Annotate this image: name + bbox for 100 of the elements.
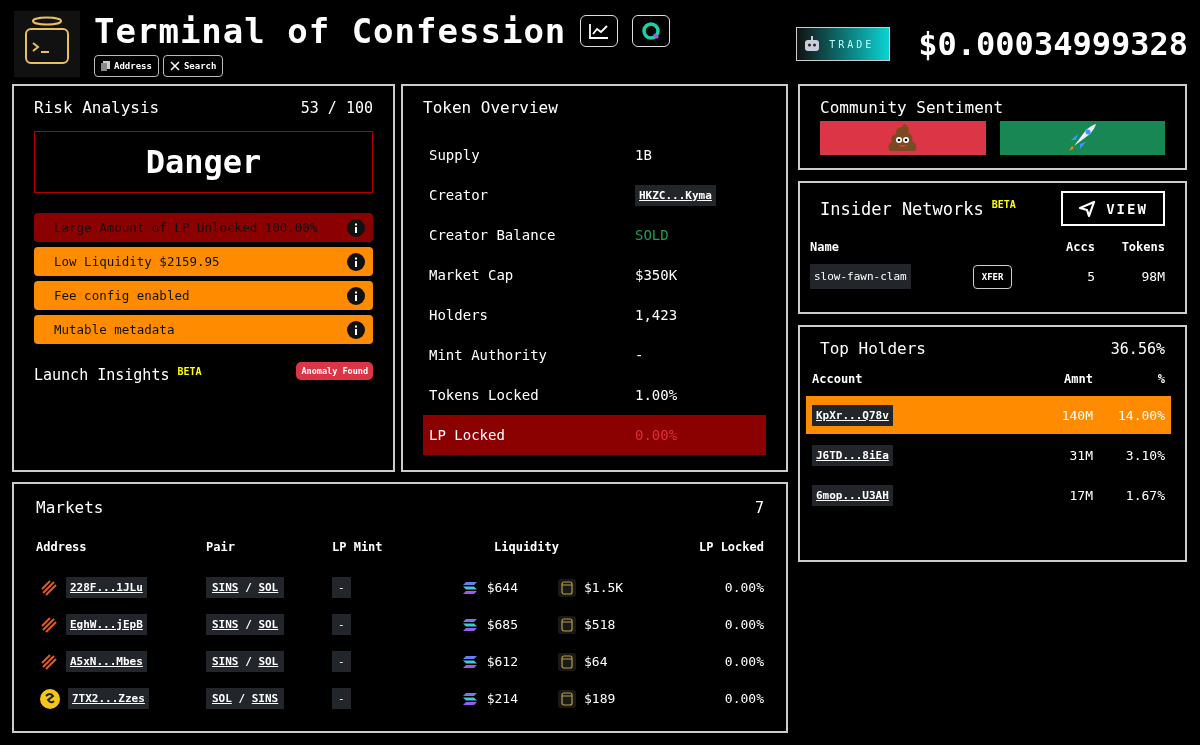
panel-title: Risk Analysis: [34, 98, 160, 117]
anomaly-badge: Anomaly Found: [296, 362, 373, 380]
launch-insights-label: Launch Insights $^{BETA}$: [34, 366, 202, 384]
trade-button[interactable]: TRADE: [796, 27, 891, 61]
panel-title: Insider Networks $^{BETA}$: [820, 198, 1016, 219]
search-button[interactable]: Search: [162, 55, 224, 77]
pair-link[interactable]: SINS / SOL: [206, 577, 285, 599]
percent-value: 14.00%: [1117, 407, 1165, 423]
column-header: LP Mint: [332, 540, 384, 555]
percent-value: 3.10%: [1124, 447, 1165, 463]
column-header: Account: [812, 372, 864, 386]
info-icon[interactable]: [347, 286, 365, 305]
stacked-bars-icon: [462, 692, 477, 705]
column-header: %: [1156, 372, 1165, 386]
x-icon: [169, 61, 180, 71]
liquidity-value: $1.5K: [584, 580, 624, 596]
address-link[interactable]: KpXr...Q78v: [812, 404, 893, 426]
line-chart-icon: [588, 22, 611, 40]
overview-value: SOLD: [635, 227, 669, 243]
address-button[interactable]: Address: [94, 55, 159, 77]
amount-value: 140M: [1060, 407, 1093, 423]
coin-icon: [40, 688, 60, 709]
info-icon[interactable]: [347, 252, 365, 271]
column-header: LP Locked: [697, 540, 764, 555]
lp-mint-value: -: [332, 651, 351, 673]
tokens-value: 98M: [1140, 269, 1165, 284]
risk-text: Low Liquidity $2159.95: [54, 254, 220, 269]
risk-verdict: Danger: [34, 131, 373, 193]
wallet-name[interactable]: slow-fawn-clam: [810, 264, 911, 289]
ring-logo-icon: [641, 21, 662, 41]
pair-link[interactable]: SOL / SINS: [206, 688, 285, 710]
column-header: Address: [36, 540, 88, 555]
liquidity-value: $612: [486, 654, 518, 670]
send-icon: [1078, 199, 1097, 218]
overview-value: -: [635, 347, 644, 363]
address-link[interactable]: J6TD...8iEa: [812, 444, 893, 466]
accounts-value: 5: [1086, 269, 1095, 284]
lp-locked-value: 0.00%: [723, 654, 764, 670]
column-header: Liquidity: [493, 540, 561, 555]
panel-title: Community Sentiment: [820, 98, 1005, 117]
address-link[interactable]: 6mop...U3AH: [812, 484, 893, 506]
percent-value: 1.67%: [1124, 487, 1165, 503]
address-link[interactable]: A5xN...Mbes: [66, 651, 147, 673]
info-icon[interactable]: [347, 218, 365, 237]
ring-logo-button[interactable]: [632, 15, 671, 47]
address-link[interactable]: HKZC...Kyma: [635, 184, 716, 206]
stacked-bars-icon: [462, 618, 477, 631]
column-header: Accs: [1065, 240, 1095, 254]
liquidity-value: $644: [486, 580, 518, 596]
pair-link[interactable]: SINS / SOL: [206, 651, 285, 673]
xfer-button[interactable]: XFER: [972, 264, 1013, 289]
risk-text: Large Amount of LP Unlocked 100.00%: [54, 220, 318, 235]
holders-total: 36.56%: [1110, 339, 1165, 358]
panel-title: Top Holders: [820, 339, 926, 358]
overview-value: $350K: [635, 267, 678, 283]
column-header: Amnt: [1063, 372, 1093, 386]
lp-mint-value: -: [332, 614, 351, 636]
pair-link[interactable]: SINS / SOL: [206, 614, 285, 636]
overview-label: Market Cap: [429, 267, 515, 283]
lp-mint-value: -: [332, 688, 351, 710]
holder-row[interactable]: 6mop...U3AH 17M 1.67%: [806, 476, 1171, 514]
address-link[interactable]: 228F...1JLu: [66, 577, 147, 599]
liquidity-value: $64: [584, 654, 608, 670]
column-header: Tokens: [1120, 240, 1165, 254]
chart-button[interactable]: [580, 15, 619, 47]
lp-locked-value: 0.00%: [723, 691, 764, 707]
address-link[interactable]: 7TX2...Zzes: [68, 688, 149, 710]
overview-label: Creator: [429, 187, 489, 203]
rocket-icon: [1066, 122, 1099, 154]
liquidity-value: $518: [584, 617, 616, 633]
liquidity-value: $189: [584, 691, 616, 707]
info-icon[interactable]: [347, 320, 365, 339]
overview-label: Supply: [429, 147, 481, 163]
overview-value: 0.00%: [635, 427, 678, 443]
lp-mint-value: -: [332, 577, 351, 599]
panel-title: Token Overview: [423, 98, 558, 117]
column-header: Name: [810, 240, 840, 254]
market-count: 7: [754, 498, 764, 517]
amount-value: 17M: [1068, 487, 1093, 503]
panel-title: Markets: [36, 498, 104, 517]
token-title: Terminal of Confession: [94, 11, 567, 51]
token-price: $0.00034999328: [918, 25, 1188, 63]
selected-row[interactable]: KpXr...Q78v 140M 14.00%: [806, 396, 1171, 434]
address-link[interactable]: EghW...jEpB: [66, 614, 147, 636]
overview-label: Tokens Locked: [429, 387, 540, 403]
overview-value: 1B: [635, 147, 652, 163]
jar-icon: [558, 578, 576, 597]
overview-label: Mint Authority: [429, 347, 548, 363]
overview-value: 1.00%: [635, 387, 678, 403]
holder-row[interactable]: J6TD...8iEa 31M 3.10%: [806, 436, 1171, 474]
view-button[interactable]: VIEW: [1061, 191, 1165, 226]
striped-logo-icon: [40, 652, 58, 671]
jar-icon: [558, 689, 576, 708]
terminal-logo-icon: [14, 11, 80, 77]
robot-icon: [803, 36, 822, 52]
risk-text: Mutable metadata: [54, 322, 175, 337]
liquidity-value: $214: [486, 691, 518, 707]
striped-logo-icon: [40, 578, 58, 597]
risk-text: Fee config enabled: [54, 288, 190, 303]
copy-icon: [101, 61, 110, 71]
